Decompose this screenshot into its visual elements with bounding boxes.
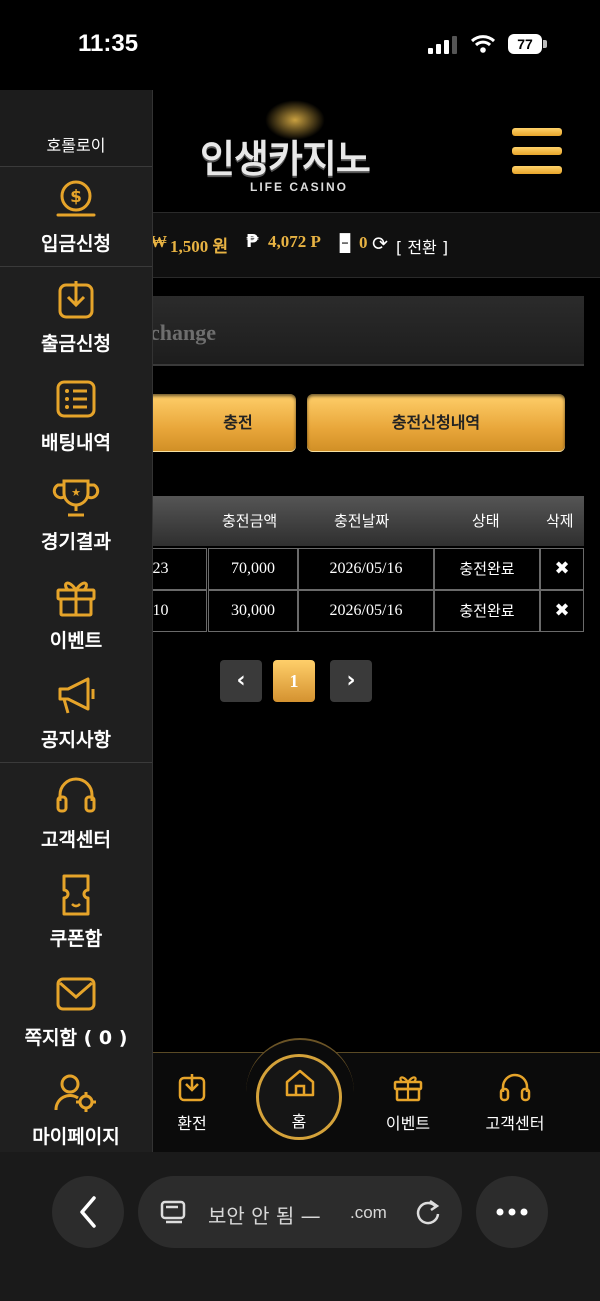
dice-icon: 🁢 bbox=[338, 234, 352, 254]
browser-url-domain: .com bbox=[350, 1203, 387, 1222]
coupon-icon bbox=[62, 874, 90, 916]
cell-time: :23 bbox=[148, 548, 207, 590]
sidebar-item-label: 쿠폰함 bbox=[49, 928, 103, 950]
sidebar-item-label: 공지사항 bbox=[41, 729, 111, 751]
site-logo[interactable]: 인생카지노 bbox=[200, 128, 371, 183]
dice-value: 0 bbox=[359, 233, 368, 252]
sidebar-item-label: 배팅내역 bbox=[41, 432, 111, 454]
withdraw-icon bbox=[58, 281, 94, 319]
convert-link[interactable]: [ 전환 ] bbox=[396, 234, 448, 258]
page-title: change bbox=[150, 320, 216, 345]
cell-status: 충전완료 bbox=[434, 590, 540, 632]
list-icon bbox=[56, 380, 96, 418]
sidebar-item-notice[interactable]: 공지사항 bbox=[0, 663, 152, 763]
money-balance: 1,500 원 bbox=[170, 237, 229, 256]
cell-status: 충전완료 bbox=[434, 548, 540, 590]
sidebar-item-support[interactable]: 고객센터 bbox=[0, 763, 152, 863]
cell-time: :10 bbox=[148, 590, 207, 632]
coin-deposit-icon: $ bbox=[56, 180, 96, 217]
download-box-icon bbox=[178, 1074, 206, 1102]
column-header-delete: 삭제 bbox=[546, 512, 574, 530]
signal-icon bbox=[428, 36, 457, 54]
delete-icon[interactable]: ✖ bbox=[540, 590, 584, 632]
trophy-icon: ★ bbox=[52, 479, 100, 517]
browser-url-security: 보안 안 됨 — bbox=[208, 1204, 321, 1228]
reload-icon[interactable] bbox=[414, 1198, 442, 1226]
sidebar-item-coupon[interactable]: 쿠폰함 bbox=[0, 862, 152, 962]
chevron-left-icon bbox=[80, 1196, 96, 1228]
nav-label-exchange[interactable]: 환전 bbox=[142, 1110, 242, 1134]
wifi-icon bbox=[470, 35, 496, 53]
cell-date: 2026/05/16 bbox=[298, 548, 434, 590]
megaphone-icon bbox=[58, 677, 95, 714]
home-icon bbox=[285, 1069, 315, 1097]
battery-tip bbox=[543, 40, 547, 48]
more-dots-icon bbox=[496, 1208, 528, 1216]
headset-icon bbox=[499, 1073, 531, 1102]
sidebar-item-results[interactable]: ★ 경기결과 bbox=[0, 465, 152, 565]
pagination-prev-button[interactable]: ‹ bbox=[220, 660, 262, 702]
site-logo-subtitle: LIFE CASINO bbox=[250, 180, 349, 194]
sidebar-item-label: 쪽지함 ( 0 ) bbox=[24, 1027, 128, 1049]
sidebar-item-bet-history[interactable]: 배팅내역 bbox=[0, 366, 152, 466]
sidebar-item-label: 출금신청 bbox=[41, 333, 111, 355]
nav-label-event[interactable]: 이벤트 bbox=[358, 1110, 458, 1134]
gift-icon bbox=[393, 1076, 423, 1102]
point-balance: 4,072 P bbox=[268, 232, 321, 251]
browser-back-button[interactable] bbox=[52, 1176, 124, 1248]
hamburger-menu-icon[interactable] bbox=[512, 128, 562, 174]
column-header-status: 상태 bbox=[472, 512, 500, 530]
pagination-next-button[interactable]: › bbox=[330, 660, 372, 702]
table-row: :10 30,000 2026/05/16 충전완료 ✖ bbox=[148, 590, 584, 632]
column-header-date: 충전날짜 bbox=[334, 512, 390, 530]
sidebar-item-label: 입금신청 bbox=[41, 233, 111, 255]
refresh-icon[interactable]: ⟳ bbox=[372, 233, 388, 255]
charge-history-button[interactable]: 충전신청내역 bbox=[307, 394, 565, 452]
delete-icon[interactable]: ✖ bbox=[540, 548, 584, 590]
browser-more-button[interactable] bbox=[476, 1176, 548, 1248]
svg-text:$: $ bbox=[70, 187, 82, 207]
cell-amount: 70,000 bbox=[208, 548, 298, 590]
table-header: 충전금액 충전날짜 상태 삭제 bbox=[150, 496, 584, 546]
sidebar-user-name: 호롤로이 bbox=[46, 136, 106, 155]
column-header-amount: 충전금액 bbox=[222, 512, 278, 530]
sidebar-item-label: 마이페이지 bbox=[32, 1126, 120, 1148]
sidebar-item-event[interactable]: 이벤트 bbox=[0, 564, 152, 664]
nav-label-support[interactable]: 고객센터 bbox=[465, 1110, 565, 1134]
sidebar-item-mypage[interactable]: 마이페이지 bbox=[0, 1060, 152, 1152]
pagination-page-current[interactable]: 1 bbox=[273, 660, 315, 702]
sidebar-item-deposit[interactable]: $ 입금신청 bbox=[0, 167, 152, 267]
sidebar-item-withdraw[interactable]: 출금신청 bbox=[0, 267, 152, 367]
sidebar-item-messages[interactable]: 쪽지함 ( 0 ) bbox=[0, 961, 152, 1061]
sidebar-item-label: 이벤트 bbox=[49, 630, 103, 652]
sidebar-item-label: 경기결과 bbox=[41, 531, 111, 553]
nav-label-home[interactable]: 홈 bbox=[249, 1108, 349, 1132]
point-icon: ₱ bbox=[246, 231, 259, 252]
battery-icon: 77 bbox=[508, 34, 542, 54]
user-settings-icon bbox=[54, 1074, 96, 1112]
status-time: 11:35 bbox=[78, 30, 139, 57]
cell-date: 2026/05/16 bbox=[298, 590, 434, 632]
svg-text:★: ★ bbox=[71, 486, 81, 499]
table-row: :23 70,000 2026/05/16 충전완료 ✖ bbox=[148, 548, 584, 590]
sidebar-item-label: 고객센터 bbox=[41, 829, 111, 851]
cell-amount: 30,000 bbox=[208, 590, 298, 632]
gift-icon bbox=[56, 581, 96, 617]
headset-icon bbox=[56, 777, 96, 813]
reader-icon bbox=[160, 1200, 186, 1224]
mail-icon bbox=[56, 977, 96, 1011]
